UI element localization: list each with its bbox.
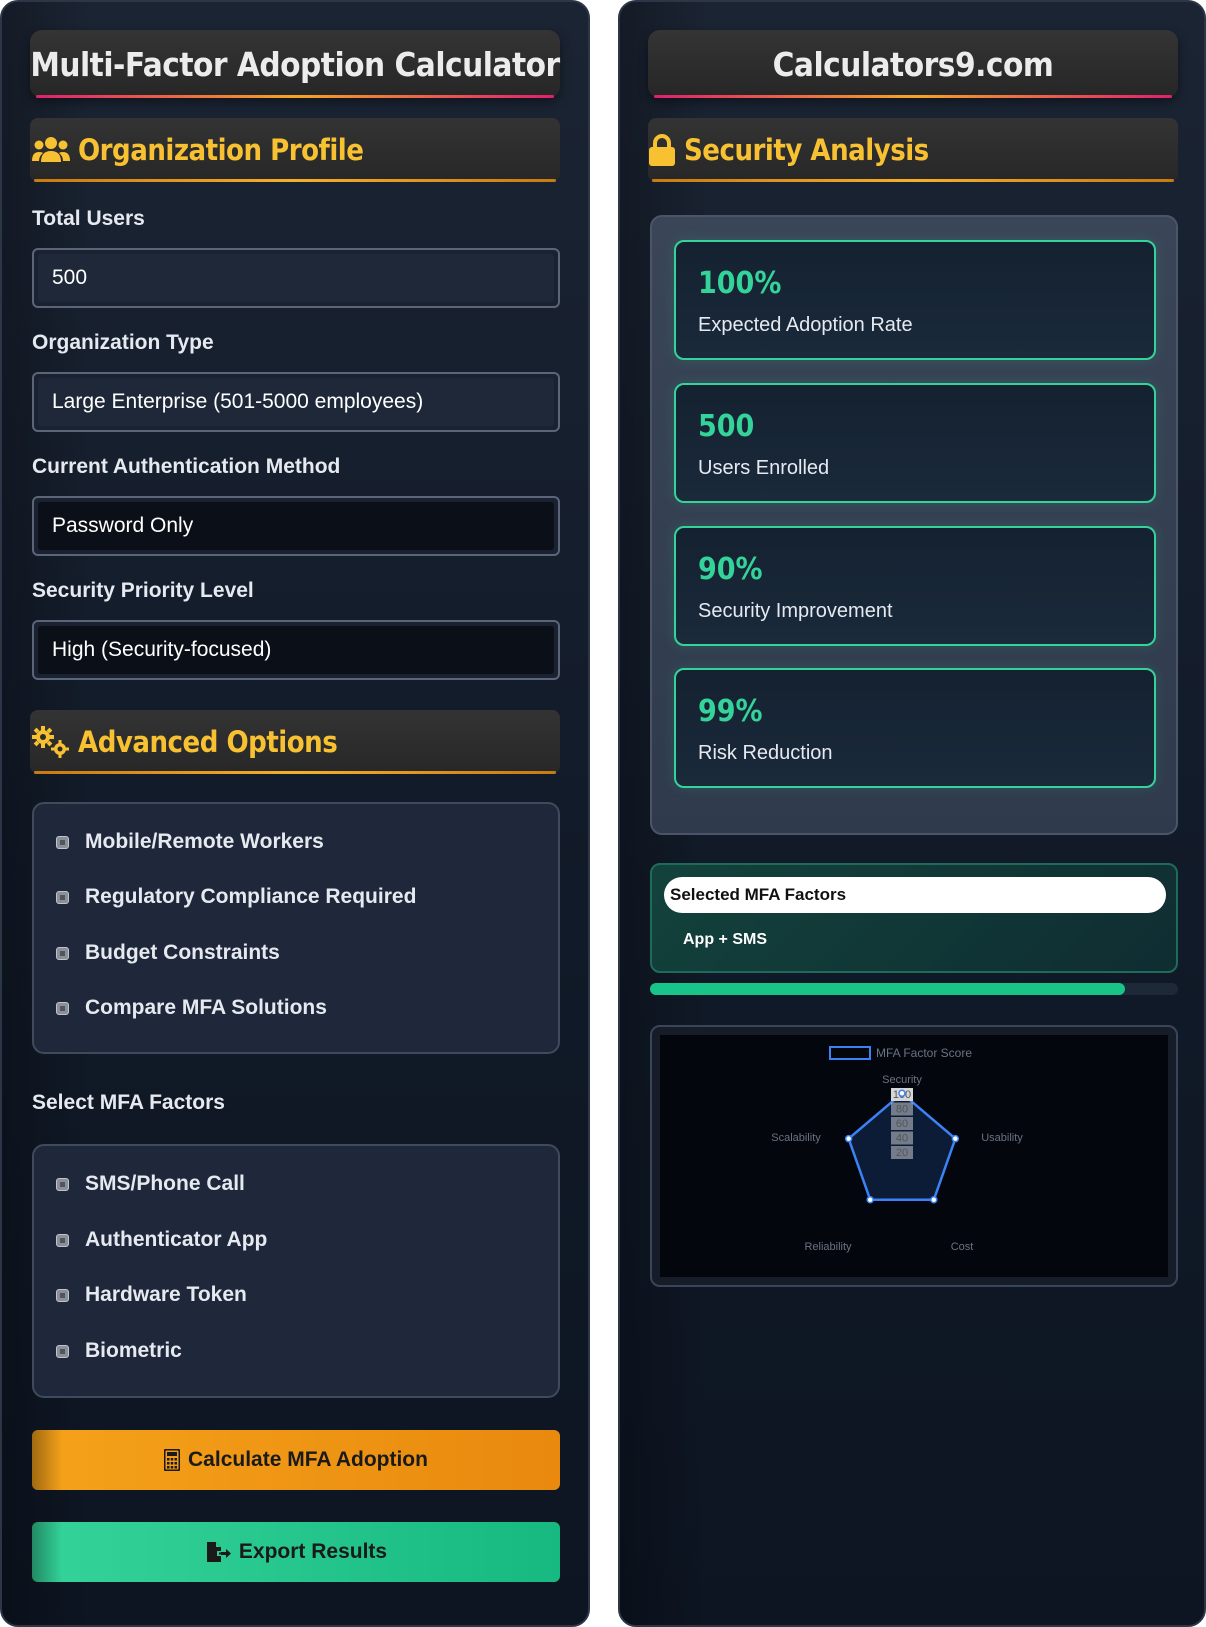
option-mobile-remote-workers[interactable]: Mobile/Remote Workers [56, 830, 324, 854]
export-button-label: Export Results [238, 1540, 388, 1563]
total-users-label: Total Users [32, 207, 145, 230]
security-priority-value: High (Security-focused) [38, 626, 554, 674]
stat-value: 100% [698, 266, 782, 301]
total-users-value: 500 [38, 254, 554, 302]
calculator-title: Multi-Factor Adoption Calculator [30, 44, 560, 84]
factor-label: SMS/Phone Call [85, 1172, 245, 1195]
security-analysis-title: Security Analysis [684, 133, 929, 167]
users-icon [32, 134, 70, 166]
adoption-progress-bar [650, 983, 1178, 995]
auth-method-value: Password Only [38, 502, 554, 550]
radar-chart: MFA Factor Score10080604020SecurityUsabi… [771, 1046, 1023, 1253]
checkbox[interactable] [56, 890, 69, 904]
legend-swatch [829, 1046, 871, 1060]
stat-label: Users Enrolled [698, 457, 830, 479]
lock-icon [648, 134, 676, 166]
stat-card-risk-reduction: 99% Risk Reduction [674, 668, 1156, 788]
stat-card-adoption-rate: 100% Expected Adoption Rate [674, 240, 1156, 360]
organization-profile-header: Organization Profile [30, 118, 560, 182]
tick-label: 40 [896, 1133, 908, 1145]
gears-icon [32, 726, 70, 758]
total-users-input[interactable]: 500 [32, 248, 560, 308]
axis-label: Scalability [771, 1132, 821, 1144]
organization-type-select[interactable]: Large Enterprise (501-5000 employees) [32, 372, 560, 432]
axis-label: Usability [981, 1132, 1023, 1144]
factor-biometric[interactable]: Biometric [56, 1339, 182, 1363]
checkbox[interactable] [56, 1001, 69, 1015]
auth-method-select[interactable]: Password Only [32, 496, 560, 556]
advanced-options-title: Advanced Options [78, 725, 338, 759]
checkbox[interactable] [56, 946, 69, 960]
option-label: Budget Constraints [85, 941, 280, 964]
organization-profile-title: Organization Profile [78, 133, 364, 167]
stat-value: 90% [698, 552, 763, 587]
factor-sms-phone-call[interactable]: SMS/Phone Call [56, 1172, 245, 1196]
select-mfa-factors-label: Select MFA Factors [32, 1091, 225, 1114]
advanced-options-header: Advanced Options [30, 710, 560, 774]
stat-card-users-enrolled: 500 Users Enrolled [674, 383, 1156, 503]
selected-factors-box: Selected MFA Factors App + SMS [650, 863, 1178, 973]
factor-label: Biometric [85, 1339, 182, 1362]
factor-label: Hardware Token [85, 1283, 247, 1306]
option-label: Mobile/Remote Workers [85, 830, 324, 853]
stat-value: 500 [698, 409, 755, 444]
factor-label: Authenticator App [85, 1228, 268, 1251]
stat-card-security-improvement: 90% Security Improvement [674, 526, 1156, 646]
stat-label: Security Improvement [698, 600, 893, 622]
checkbox[interactable] [56, 835, 69, 849]
auth-method-label: Current Authentication Method [32, 455, 341, 478]
checkbox[interactable] [56, 1233, 69, 1247]
results-panel: Calculators9.com Security Analysis 100% … [618, 0, 1206, 1627]
organization-type-label: Organization Type [32, 331, 214, 354]
data-point [951, 1134, 960, 1143]
checkbox[interactable] [56, 1177, 69, 1191]
checkbox[interactable] [56, 1344, 69, 1358]
option-label: Compare MFA Solutions [85, 996, 327, 1019]
data-point [930, 1196, 938, 1204]
option-compare-mfa-solutions[interactable]: Compare MFA Solutions [56, 996, 327, 1020]
checkbox[interactable] [56, 1288, 69, 1302]
mfa-factors-group: SMS/Phone Call Authenticator App Hardwar… [32, 1144, 560, 1398]
advanced-options-group: Mobile/Remote Workers Regulatory Complia… [32, 802, 560, 1054]
calculate-button[interactable]: Calculate MFA Adoption [32, 1430, 560, 1490]
stat-value: 99% [698, 694, 763, 729]
file-export-icon [205, 1541, 231, 1563]
tick-label: 60 [896, 1118, 908, 1130]
axis-label: Cost [951, 1241, 974, 1253]
data-point [898, 1089, 906, 1098]
factor-authenticator-app[interactable]: Authenticator App [56, 1228, 267, 1252]
security-analysis-header: Security Analysis [648, 118, 1178, 182]
axis-label: Reliability [804, 1241, 852, 1253]
factor-hardware-token[interactable]: Hardware Token [56, 1283, 247, 1307]
calculator-panel: Multi-Factor Adoption Calculator Organiz… [0, 0, 590, 1627]
site-title-bar: Calculators9.com [648, 30, 1178, 98]
tick-label: 80 [896, 1104, 908, 1116]
calculator-title-bar: Multi-Factor Adoption Calculator [30, 30, 560, 98]
calculate-button-label: Calculate MFA Adoption [188, 1448, 428, 1471]
option-regulatory-compliance[interactable]: Regulatory Compliance Required [56, 885, 416, 909]
stat-label: Expected Adoption Rate [698, 314, 913, 336]
tick-label: 20 [896, 1147, 908, 1159]
axis-label: Security [882, 1074, 922, 1086]
organization-type-value: Large Enterprise (501-5000 employees) [38, 378, 554, 426]
stat-label: Risk Reduction [698, 742, 833, 764]
selected-factors-label: Selected MFA Factors [664, 877, 1166, 913]
radar-chart-container: MFA Factor Score10080604020SecurityUsabi… [650, 1025, 1178, 1287]
adoption-progress-fill [650, 983, 1126, 995]
security-results: 100% Expected Adoption Rate 500 Users En… [650, 215, 1178, 835]
site-title: Calculators9.com [772, 44, 1054, 84]
export-button[interactable]: Export Results [32, 1522, 560, 1582]
data-point [844, 1134, 853, 1143]
option-budget-constraints[interactable]: Budget Constraints [56, 941, 280, 965]
data-point [866, 1196, 874, 1204]
option-label: Regulatory Compliance Required [85, 885, 417, 908]
selected-factors-value: App + SMS [683, 931, 768, 948]
security-priority-select[interactable]: High (Security-focused) [32, 620, 560, 680]
security-priority-label: Security Priority Level [32, 579, 254, 602]
legend-label: MFA Factor Score [876, 1046, 972, 1060]
calculator-icon [164, 1449, 181, 1471]
